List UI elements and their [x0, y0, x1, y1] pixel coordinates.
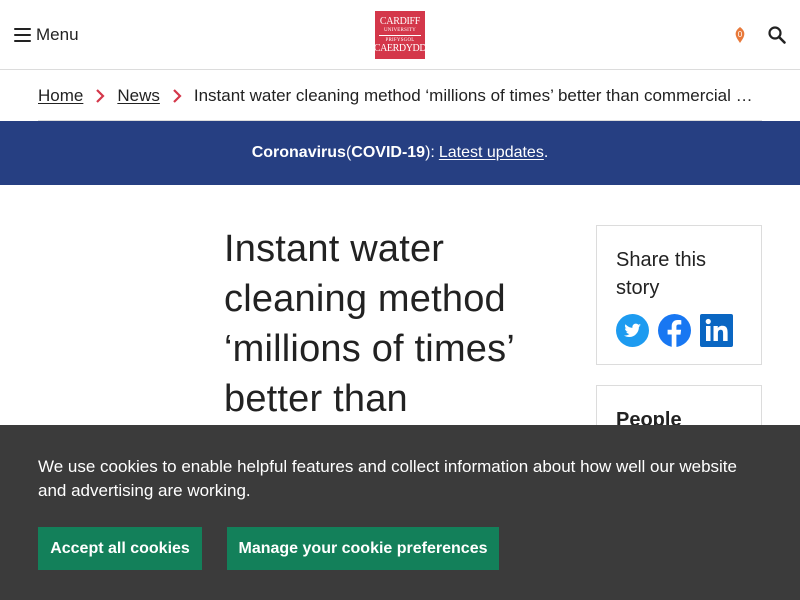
- logo-line-4: CAERDYDD: [373, 42, 427, 54]
- logo-divider: [379, 34, 421, 36]
- twitter-icon[interactable]: [616, 314, 649, 347]
- share-title: Share this story: [616, 249, 707, 299]
- logo-line-3: PRIFYSGOL: [385, 37, 415, 43]
- latest-updates-link[interactable]: Latest updates: [439, 144, 544, 162]
- hamburger-icon: [14, 28, 31, 42]
- menu-label: Menu: [36, 25, 79, 44]
- share-story-panel: Share this story: [596, 225, 762, 365]
- cardiff-university-logo[interactable]: CARDIFF UNIVERSITY PRIFYSGOL CAERDYDD: [373, 11, 427, 59]
- cookie-message: We use cookies to enable helpful feature…: [38, 457, 737, 500]
- breadcrumb: Home News Instant water cleaning method …: [38, 71, 762, 121]
- notification-icon[interactable]: 0: [731, 25, 749, 45]
- menu-button[interactable]: Menu: [14, 22, 79, 48]
- logo-line-2: UNIVERSITY: [384, 27, 416, 33]
- chevron-right-icon: [83, 86, 117, 106]
- covid-banner: Coronavirus (COVID-19): Latest updates.: [0, 121, 800, 185]
- banner-period: .: [543, 144, 549, 161]
- search-icon: [768, 26, 786, 44]
- banner-colon: ):: [425, 144, 435, 161]
- notification-badge: 0: [738, 30, 743, 39]
- logo-line-1: CARDIFF: [379, 15, 421, 27]
- breadcrumb-current: Instant water cleaning method ‘millions …: [193, 85, 762, 105]
- share-icons: [616, 314, 742, 347]
- article-title: Instant water cleaning method ‘millions …: [224, 228, 514, 420]
- cookie-banner: We use cookies to enable helpful feature…: [0, 425, 800, 600]
- linkedin-icon[interactable]: [700, 314, 733, 347]
- breadcrumb-home[interactable]: Home: [38, 86, 83, 106]
- manage-cookies-button[interactable]: Manage your cookie preferences: [227, 527, 499, 570]
- banner-bold-covid: COVID-19: [351, 144, 426, 161]
- breadcrumb-news[interactable]: News: [117, 86, 160, 106]
- chevron-right-icon: [160, 86, 194, 106]
- banner-bold-coronavirus: Coronavirus: [251, 144, 346, 161]
- search-button[interactable]: [766, 24, 788, 46]
- site-header: Menu CARDIFF UNIVERSITY PRIFYSGOL CAERDY…: [0, 0, 800, 70]
- accept-cookies-button[interactable]: Accept all cookies: [38, 527, 202, 570]
- facebook-icon[interactable]: [658, 314, 691, 347]
